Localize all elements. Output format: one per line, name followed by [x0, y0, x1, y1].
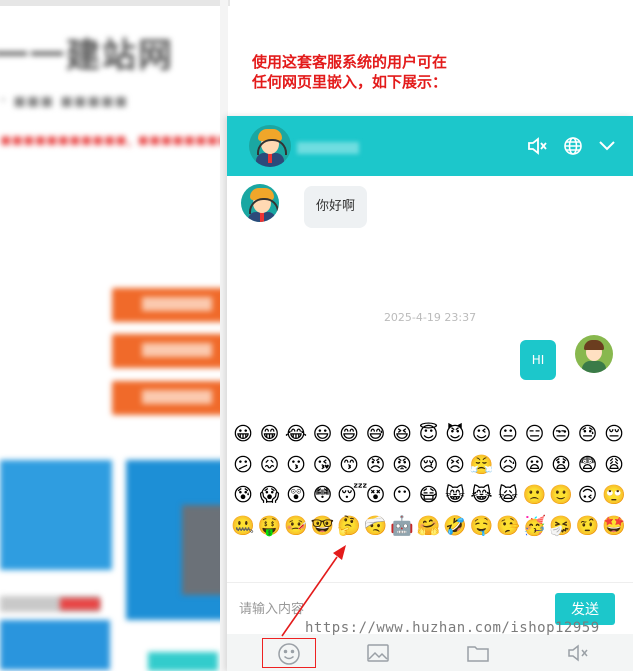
emoji-item[interactable]: 😙 [337, 453, 361, 477]
emoji-item[interactable]: 😇 [417, 422, 441, 446]
watermark-text: https://www.huzhan.com/ishop12959 [305, 620, 600, 636]
emoji-icon [278, 643, 300, 665]
emoji-item[interactable]: 😵 [364, 483, 388, 507]
bg-blurred-subtitle: · ▪▪▪ ▪▪▪▪▪ [0, 88, 128, 112]
bg-orange-button [112, 288, 232, 322]
emoji-item[interactable]: 🤓 [311, 514, 335, 538]
emoji-item[interactable]: 😦 [523, 453, 547, 477]
emoji-item[interactable]: 🤑 [258, 514, 282, 538]
emoji-item[interactable]: 😐 [496, 422, 520, 446]
bg-orange-button [112, 381, 232, 415]
emoji-item[interactable]: 😄 [337, 422, 361, 446]
emoji-item[interactable]: 😑 [523, 422, 547, 446]
emoji-item[interactable]: 😗 [284, 453, 308, 477]
user-avatar [575, 335, 613, 373]
emoji-item[interactable]: 😘 [311, 453, 335, 477]
emoji-panel: 😀 😁 😂 😃 😄 😅 😆 😇 😈 😉 😐 😑 😒 😓 😔 😕 😖 😗 😘 😙 😠 😡 😢 😣 😤 😥 😦 😧 😨 😩 😰 😱 😲 😳 😴 😵 😶 😷 😸 😹… [231, 422, 629, 544]
emoji-item[interactable]: 😠 [364, 453, 388, 477]
agent-name-blurred [297, 142, 359, 154]
emoji-item[interactable]: 😆 [390, 422, 414, 446]
bg-blue-image [0, 460, 112, 570]
emoji-item[interactable]: 🙄 [602, 483, 626, 507]
emoji-item[interactable]: 😤 [470, 453, 494, 477]
speaker-mute-icon[interactable] [525, 134, 549, 158]
emoji-item[interactable]: 🤤 [470, 514, 494, 538]
emoji-item[interactable]: 🤕 [364, 514, 388, 538]
emoji-item[interactable]: 🤒 [284, 514, 308, 538]
message-input[interactable] [237, 595, 541, 623]
emoji-item[interactable]: 🤖 [390, 514, 414, 538]
emoji-item[interactable]: 😷 [417, 483, 441, 507]
emoji-item[interactable]: 😳 [311, 483, 335, 507]
emoji-item[interactable]: 🤣 [443, 514, 467, 538]
emoji-item[interactable]: 🤗 [417, 514, 441, 538]
emoji-button[interactable] [262, 638, 316, 668]
folder-icon[interactable] [465, 640, 491, 666]
emoji-item[interactable]: 🙂 [549, 483, 573, 507]
emoji-item[interactable]: 😕 [231, 453, 255, 477]
emoji-item[interactable]: 😁 [258, 422, 282, 446]
bg-red-strip [60, 598, 100, 610]
message-timestamp: 2025-4-19 23:37 [383, 311, 477, 324]
emoji-item[interactable]: 🙃 [576, 483, 600, 507]
emoji-item[interactable]: 🤩 [602, 514, 626, 538]
chat-header [227, 116, 633, 176]
incoming-message-bubble: 你好啊 [304, 186, 368, 228]
emoji-item[interactable]: 😔 [602, 422, 626, 446]
emoji-item[interactable]: 😩 [602, 453, 626, 477]
emoji-item[interactable]: 😸 [443, 483, 467, 507]
emoji-item[interactable]: 😓 [576, 422, 600, 446]
globe-icon[interactable] [561, 134, 585, 158]
emoji-item[interactable]: 😢 [417, 453, 441, 477]
emoji-item[interactable]: 😖 [258, 453, 282, 477]
chat-widget: 你好啊 2025-4-19 23:37 HI 😀 😁 😂 😃 😄 😅 😆 😇 😈 😉 😐 😑 😒 😓 😔 😕 😖… [227, 116, 633, 671]
emoji-item[interactable]: 😅 [364, 422, 388, 446]
emoji-item[interactable]: 😥 [496, 453, 520, 477]
emoji-item[interactable]: 🥳 [523, 514, 547, 538]
emoji-item[interactable]: 😧 [549, 453, 573, 477]
emoji-item[interactable]: 😹 [470, 483, 494, 507]
emoji-item[interactable]: 🤧 [549, 514, 573, 538]
annotation-text: 使用这套客服系统的用户可在 任何网页里嵌入，如下展示： [252, 52, 492, 92]
emoji-item[interactable]: 🤥 [496, 514, 520, 538]
bg-cyan-strip [148, 652, 218, 671]
outgoing-message-bubble: HI [520, 340, 556, 380]
emoji-item[interactable]: 😶 [390, 483, 414, 507]
emoji-item[interactable]: 😨 [576, 453, 600, 477]
annotation-line-1: 使用这套客服系统的用户可在 [252, 53, 448, 71]
emoji-item[interactable]: 😡 [390, 453, 414, 477]
emoji-item[interactable]: 😴 [337, 483, 367, 507]
emoji-item[interactable]: 😲 [284, 483, 308, 507]
emoji-item[interactable]: 😀 [231, 422, 255, 446]
chat-toolbar [227, 634, 633, 671]
chevron-down-icon[interactable] [595, 134, 619, 158]
emoji-item[interactable]: 😃 [311, 422, 335, 446]
sound-mute-icon[interactable] [565, 640, 591, 666]
annotation-line-2: 任何网页里嵌入，如下展示： [252, 73, 448, 91]
emoji-item[interactable]: 🤨 [576, 514, 600, 538]
emoji-item[interactable]: 🤔 [337, 514, 361, 538]
emoji-item[interactable]: 🙀 [496, 483, 520, 507]
bg-divider-line [0, 5, 230, 6]
emoji-item[interactable]: 😰 [231, 483, 255, 507]
bg-blurred-title: 一一建站网 [0, 36, 174, 76]
emoji-item[interactable]: 😣 [443, 453, 467, 477]
bg-orange-button [112, 334, 232, 368]
message-agent-avatar [241, 184, 279, 222]
bg-blue-bar [0, 620, 110, 670]
emoji-item[interactable]: 🙁 [523, 483, 547, 507]
emoji-item[interactable]: 😈 [443, 422, 467, 446]
emoji-item[interactable]: 😱 [258, 483, 282, 507]
emoji-item[interactable]: 😒 [549, 422, 573, 446]
agent-avatar [249, 125, 291, 167]
emoji-item[interactable]: 😂 [284, 422, 308, 446]
image-icon[interactable] [365, 640, 391, 666]
emoji-item[interactable]: 😉 [470, 422, 494, 446]
emoji-item[interactable]: 🤐 [231, 514, 255, 538]
